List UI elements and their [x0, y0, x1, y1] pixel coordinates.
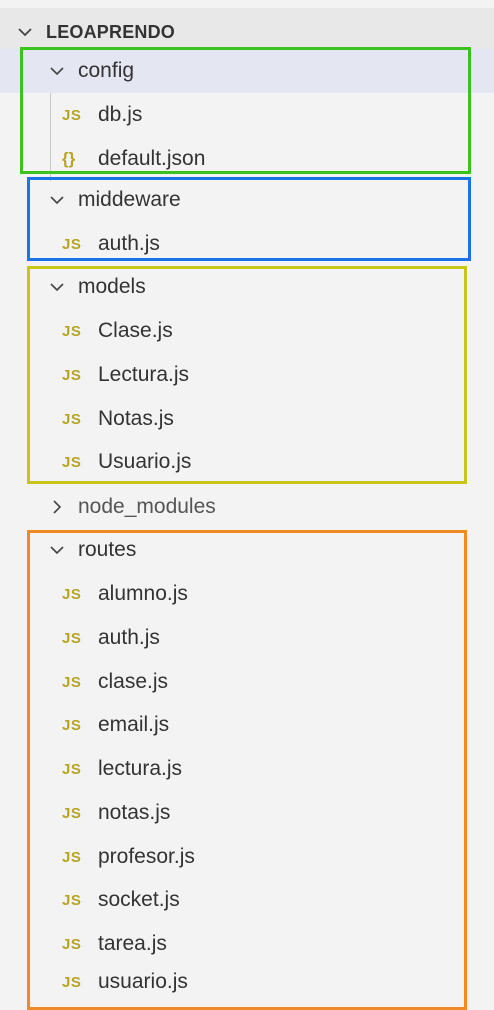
js-file-icon: JS: [62, 848, 82, 866]
file-item[interactable]: JS clase.js: [0, 660, 494, 704]
chevron-down-icon: [46, 539, 68, 561]
js-file-icon: JS: [62, 585, 82, 603]
folder-label: routes: [78, 538, 137, 561]
js-file-icon: JS: [62, 673, 82, 691]
file-item[interactable]: JS db.js: [0, 93, 494, 137]
js-file-icon: JS: [62, 973, 82, 991]
file-label: socket.js: [98, 888, 180, 911]
js-file-icon: JS: [62, 629, 82, 647]
folder-models[interactable]: models: [0, 265, 494, 309]
folder-label: models: [78, 275, 146, 298]
js-file-icon: JS: [62, 760, 82, 778]
folder-routes[interactable]: routes: [0, 528, 494, 572]
folder-label: config: [78, 59, 135, 82]
folder-middeware[interactable]: middeware: [0, 178, 494, 222]
file-item[interactable]: JS notas.js: [0, 791, 494, 835]
file-item[interactable]: JS Clase.js: [0, 309, 494, 353]
file-label: db.js: [98, 103, 143, 126]
file-label: profesor.js: [98, 845, 195, 868]
file-item[interactable]: JS email.js: [0, 703, 494, 747]
file-item[interactable]: {} default.json: [0, 137, 494, 181]
file-label: usuario.js: [98, 970, 188, 993]
folder-label: middeware: [78, 188, 181, 211]
file-item[interactable]: JS Lectura.js: [0, 353, 494, 397]
js-file-icon: JS: [62, 366, 82, 384]
file-label: clase.js: [98, 670, 169, 693]
file-label: Usuario.js: [98, 450, 192, 473]
chevron-down-icon: [46, 276, 68, 298]
file-label: default.json: [98, 147, 206, 170]
file-label: tarea.js: [98, 932, 167, 955]
js-file-icon: JS: [62, 410, 82, 428]
file-label: Clase.js: [98, 319, 173, 342]
file-label: Lectura.js: [98, 363, 190, 386]
js-file-icon: JS: [62, 891, 82, 909]
chevron-down-icon: [46, 60, 68, 82]
file-item[interactable]: JS Usuario.js: [0, 440, 494, 484]
file-item[interactable]: JS usuario.js: [0, 960, 494, 1004]
file-label: alumno.js: [98, 582, 188, 605]
js-file-icon: JS: [62, 322, 82, 340]
file-label: Notas.js: [98, 407, 174, 430]
file-label: email.js: [98, 713, 170, 736]
file-item[interactable]: JS auth.js: [0, 222, 494, 266]
explorer-root-label: LEOAPRENDO: [46, 21, 176, 42]
file-label: notas.js: [98, 801, 171, 824]
js-file-icon: JS: [62, 106, 82, 124]
file-item[interactable]: JS lectura.js: [0, 747, 494, 791]
js-file-icon: JS: [62, 235, 82, 253]
js-file-icon: JS: [62, 716, 82, 734]
folder-node-modules[interactable]: node_modules: [0, 485, 494, 529]
file-label: auth.js: [98, 626, 160, 649]
file-explorer: LEOAPRENDO config JS db.js {} default.js…: [0, 0, 494, 1010]
file-item[interactable]: JS profesor.js: [0, 835, 494, 879]
file-label: lectura.js: [98, 757, 183, 780]
file-item[interactable]: JS socket.js: [0, 878, 494, 922]
js-file-icon: JS: [62, 804, 82, 822]
folder-config[interactable]: config: [0, 49, 494, 93]
chevron-down-icon: [14, 21, 36, 43]
folder-label: node_modules: [78, 495, 216, 518]
file-item[interactable]: JS auth.js: [0, 616, 494, 660]
chevron-right-icon: [46, 496, 68, 518]
chevron-down-icon: [46, 189, 68, 211]
file-item[interactable]: JS Notas.js: [0, 397, 494, 441]
file-label: auth.js: [98, 232, 160, 255]
json-file-icon: {}: [62, 149, 76, 168]
js-file-icon: JS: [62, 453, 82, 471]
file-item[interactable]: JS alumno.js: [0, 572, 494, 616]
js-file-icon: JS: [62, 935, 82, 953]
